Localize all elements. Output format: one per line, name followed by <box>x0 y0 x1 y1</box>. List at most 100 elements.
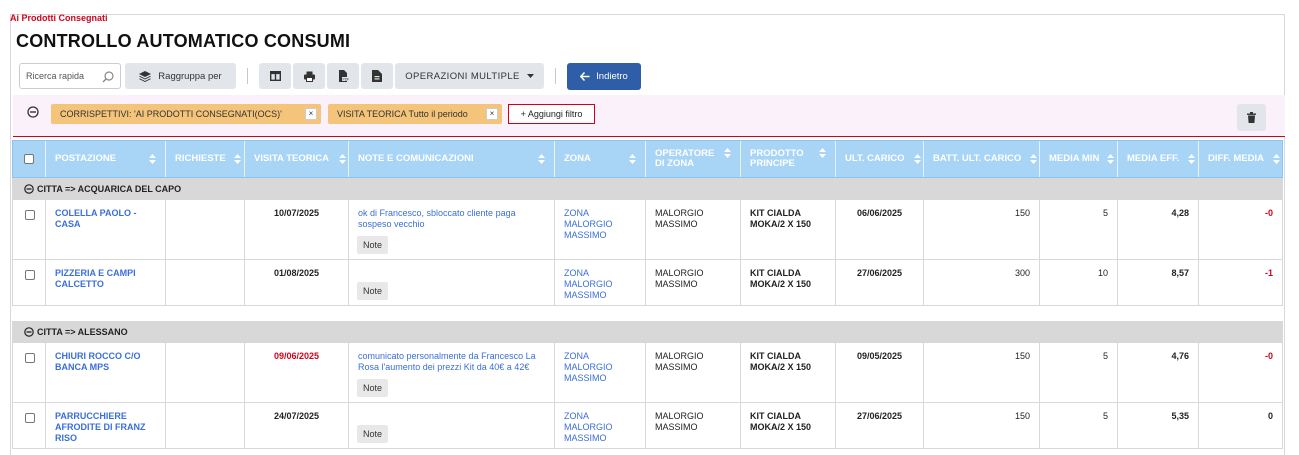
note-button[interactable]: Note <box>357 425 389 443</box>
media-eff-cell: 8,57 <box>1118 260 1199 305</box>
toolbar-divider <box>555 68 556 84</box>
sort-icon[interactable] <box>724 148 731 158</box>
clear-filters-button[interactable] <box>1237 104 1266 131</box>
select-all-checkbox[interactable] <box>24 154 34 164</box>
postazione-link[interactable]: PIZZERIA E CAMPI CALCETTO <box>46 260 166 305</box>
row-checkbox[interactable] <box>25 353 35 363</box>
table-row[interactable]: PIZZERIA E CAMPI CALCETTO 01/08/2025 Not… <box>12 260 1283 306</box>
filter-chip-label: CORRISPETTIVI: 'AI PRODOTTI CONSEGNATI(O… <box>60 109 282 119</box>
note-cell: Note <box>349 403 555 448</box>
sort-icon[interactable] <box>234 154 241 164</box>
search-input[interactable] <box>26 69 104 83</box>
sort-icon[interactable] <box>1107 154 1114 164</box>
note-link[interactable]: ok di Francesco, sbloccato cliente paga … <box>358 208 516 229</box>
zona-link[interactable]: ZONA MALORGIO MASSIMO <box>555 343 646 402</box>
file-icon <box>372 70 382 82</box>
export-file-button[interactable] <box>361 63 393 89</box>
collapse-group-icon[interactable] <box>24 327 34 337</box>
ult-carico-cell: 06/06/2025 <box>836 200 924 259</box>
zona-link[interactable]: ZONA MALORGIO MASSIMO <box>555 260 646 305</box>
column-header-richieste[interactable]: RICHIESTE <box>166 141 245 177</box>
diff-media-cell: -0 <box>1264 208 1273 218</box>
search-box[interactable] <box>19 63 121 89</box>
postazione-link[interactable]: COLELLA PAOLO - CASA <box>46 200 166 259</box>
search-icon[interactable] <box>101 70 115 84</box>
filter-chip-corrispettivi[interactable]: CORRISPETTIVI: 'AI PRODOTTI CONSEGNATI(O… <box>51 104 321 124</box>
breadcrumb[interactable]: Ai Prodotti Consegnati <box>10 13 108 23</box>
column-header-media-eff[interactable]: MEDIA EFF. <box>1118 141 1199 177</box>
table-row[interactable]: COLELLA PAOLO - CASA 10/07/2025 ok di Fr… <box>12 200 1283 260</box>
note-button[interactable]: Note <box>357 379 389 397</box>
group-header[interactable]: CITTA => ALESSANO <box>12 321 1283 343</box>
table-row[interactable]: PARRUCCHIERE AFRODITE DI FRANZ RISO 24/0… <box>12 403 1283 449</box>
filter-chip-label: VISITA TEORICA Tutto il periodo <box>337 109 468 119</box>
filter-bar: CORRISPETTIVI: 'AI PRODOTTI CONSEGNATI(O… <box>13 95 1285 137</box>
collapse-group-icon[interactable] <box>24 184 34 194</box>
zona-link[interactable]: ZONA MALORGIO MASSIMO <box>555 200 646 259</box>
sort-icon[interactable] <box>914 154 921 164</box>
toolbar-divider <box>247 68 248 84</box>
remove-filter-button[interactable]: × <box>305 108 317 120</box>
column-header-media-min[interactable]: MEDIA MIN <box>1040 141 1118 177</box>
page-title: CONTROLLO AUTOMATICO CONSUMI <box>16 31 351 51</box>
back-button[interactable]: Indietro <box>567 63 641 90</box>
column-header-ult-carico[interactable]: ULT. CARICO <box>836 141 924 177</box>
column-header-diff-media[interactable]: DIFF. MEDIA <box>1199 141 1283 177</box>
group-label: CITTA => ACQUARICA DEL CAPO <box>37 184 182 194</box>
batt-ult-carico-cell: 150 <box>924 200 1040 259</box>
remove-filter-button[interactable]: × <box>486 108 498 120</box>
column-header-note[interactable]: NOTE E COMUNICAZIONI <box>349 141 555 177</box>
collapse-filters-icon[interactable] <box>27 106 39 118</box>
sort-icon[interactable] <box>629 154 636 164</box>
printer-icon <box>303 71 315 82</box>
media-min-cell: 5 <box>1040 403 1118 448</box>
sort-icon[interactable] <box>819 148 826 158</box>
row-select-cell <box>13 403 46 448</box>
multiple-operations-dropdown[interactable]: OPERAZIONI MULTIPLE <box>395 63 544 89</box>
column-header-prodotto[interactable]: PRODOTTO PRINCIPE <box>741 141 836 177</box>
column-header-operatore[interactable]: OPERATORE DI ZONA <box>646 141 741 177</box>
richieste-cell <box>166 343 245 402</box>
sort-icon[interactable] <box>538 154 545 164</box>
group-by-button[interactable]: Raggruppa per <box>125 63 236 89</box>
export-pdf-button[interactable]: PDF <box>327 63 359 89</box>
group-by-label: Raggruppa per <box>158 70 222 82</box>
media-min-cell: 10 <box>1040 260 1118 305</box>
sort-icon[interactable] <box>149 154 156 164</box>
row-checkbox[interactable] <box>25 210 35 220</box>
column-header-batt-ult-carico[interactable]: BATT. ULT. CARICO <box>924 141 1040 177</box>
postazione-link[interactable]: PARRUCCHIERE AFRODITE DI FRANZ RISO <box>46 403 166 448</box>
visita-teorica-cell: 10/07/2025 <box>245 200 349 259</box>
zona-link[interactable]: ZONA MALORGIO MASSIMO <box>555 403 646 448</box>
operatore-cell: MALORGIO MASSIMO <box>646 200 741 259</box>
svg-text:PDF: PDF <box>342 77 349 81</box>
sort-icon[interactable] <box>339 154 346 164</box>
media-min-cell: 5 <box>1040 200 1118 259</box>
group-header[interactable]: CITTA => ACQUARICA DEL CAPO <box>12 178 1283 200</box>
columns-button[interactable] <box>259 63 291 89</box>
postazione-link[interactable]: CHIURI ROCCO C/O BANCA MPS <box>46 343 166 402</box>
print-button[interactable] <box>293 63 325 89</box>
filter-chip-visita-teorica[interactable]: VISITA TEORICA Tutto il periodo × <box>328 104 502 124</box>
visita-teorica-cell: 24/07/2025 <box>245 403 349 448</box>
note-link[interactable]: comunicato personalmente da Francesco La… <box>358 351 536 372</box>
column-header-postazione[interactable]: POSTAZIONE <box>46 141 166 177</box>
media-min-cell: 5 <box>1040 343 1118 402</box>
note-button[interactable]: Note <box>357 236 389 254</box>
column-header-zona[interactable]: ZONA <box>555 141 646 177</box>
row-checkbox[interactable] <box>25 270 35 280</box>
row-select-cell <box>13 260 46 305</box>
sort-icon[interactable] <box>1188 154 1195 164</box>
columns-icon <box>269 71 281 81</box>
note-button[interactable]: Note <box>357 282 389 300</box>
sort-icon[interactable] <box>1273 154 1280 164</box>
operatore-cell: MALORGIO MASSIMO <box>646 260 741 305</box>
column-header-visita-teorica[interactable]: VISITA TEORICA <box>245 141 349 177</box>
sort-icon[interactable] <box>1030 154 1037 164</box>
note-cell: comunicato personalmente da Francesco La… <box>349 343 555 402</box>
table-header: POSTAZIONE RICHIESTE VISITA TEORICA NOTE… <box>12 140 1283 178</box>
table-row[interactable]: CHIURI ROCCO C/O BANCA MPS 09/06/2025 co… <box>12 343 1283 403</box>
add-filter-button[interactable]: + Aggiungi filtro <box>508 104 595 124</box>
row-checkbox[interactable] <box>25 413 35 423</box>
prodotto-cell: KIT CIALDA MOKA/2 X 150 <box>741 343 836 402</box>
